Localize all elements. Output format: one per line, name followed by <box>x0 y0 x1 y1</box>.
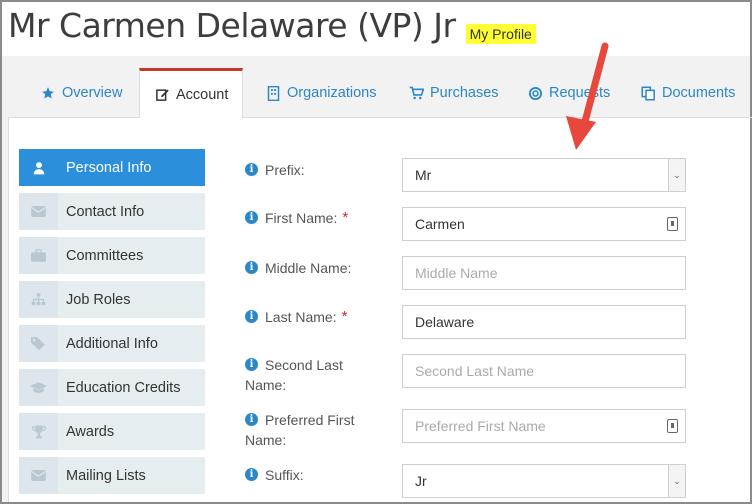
info-icon[interactable]: i <box>245 413 258 426</box>
tab-bar: Overview Account Organizations Purchases… <box>8 68 752 119</box>
sidebar-item-label: Contact Info <box>66 203 145 220</box>
sidebar-item-label: Mailing Lists <box>66 467 146 484</box>
suffix-select[interactable]: Jr ⌄ <box>402 464 686 498</box>
sidebar-item-mailing-lists[interactable]: Mailing Lists <box>19 457 205 494</box>
info-icon[interactable]: i <box>245 211 258 224</box>
tab-documents[interactable]: Documents <box>640 68 735 118</box>
page-title: Mr Carmen Delaware (VP) Jr <box>8 6 456 45</box>
cart-icon <box>408 85 424 101</box>
first-name-field[interactable]: Carmen <box>402 207 686 241</box>
briefcase-icon <box>19 237 58 274</box>
sidebar-item-label: Additional Info <box>66 335 158 352</box>
tags-icon <box>19 325 58 362</box>
prefix-row: i Prefix: <box>245 160 402 180</box>
chevron-down-icon[interactable]: ⌄ <box>668 159 685 191</box>
sidebar-item-contact-info[interactable]: Contact Info <box>19 193 205 230</box>
middle-name-label: i Middle Name: <box>245 258 402 278</box>
tab-purchases[interactable]: Purchases <box>408 68 499 118</box>
required-asterisk: * <box>341 308 348 325</box>
header: Mr Carmen Delaware (VP) Jr My Profile <box>8 4 536 48</box>
info-icon[interactable]: i <box>245 310 258 323</box>
tab-label: Purchases <box>430 85 499 101</box>
sidebar-item-committees[interactable]: Committees <box>19 237 205 274</box>
chevron-down-icon[interactable]: ⌄ <box>668 465 685 497</box>
suffix-row: i Suffix: <box>245 465 402 485</box>
star-icon <box>40 85 56 101</box>
envelope-icon <box>19 457 58 494</box>
middle-name-field[interactable]: Middle Name <box>402 256 686 290</box>
tab-label: Overview <box>62 85 123 101</box>
building-icon <box>265 85 281 101</box>
sidebar-item-awards[interactable]: Awards <box>19 413 205 450</box>
copy-icon <box>640 85 656 101</box>
info-icon[interactable]: i <box>245 163 258 176</box>
user-icon <box>19 149 58 186</box>
second-last-name-field[interactable]: Second Last Name <box>402 354 686 388</box>
preferred-first-name-field[interactable]: Preferred First Name <box>402 409 686 443</box>
sidebar-item-additional-info[interactable]: Additional Info <box>19 325 205 362</box>
prefix-select[interactable]: Mr ⌄ <box>402 158 686 192</box>
sidebar-item-label: Personal Info <box>66 159 152 176</box>
info-icon[interactable]: i <box>245 358 258 371</box>
trophy-icon <box>19 413 58 450</box>
middle-name-row: i Middle Name: <box>245 258 402 278</box>
sidebar-item-job-roles[interactable]: Job Roles <box>19 281 205 318</box>
last-name-row: i Last Name: * <box>245 307 402 327</box>
graduation-cap-icon <box>19 369 58 406</box>
second-last-name-label: i Second Last Name: <box>245 357 343 393</box>
second-last-name-row: i Second Last Name: <box>245 355 402 395</box>
sidebar-item-label: Education Credits <box>66 379 181 396</box>
lifebuoy-icon <box>527 85 543 101</box>
tab-overview[interactable]: Overview <box>40 68 122 118</box>
sidebar-item-label: Committees <box>66 247 144 264</box>
first-name-label: i First Name: * <box>245 208 402 228</box>
annotation-arrow-icon <box>566 42 609 150</box>
my-profile-badge: My Profile <box>465 24 536 44</box>
tab-label: Account <box>176 86 229 103</box>
tab-organizations[interactable]: Organizations <box>265 68 376 118</box>
tab-label: Documents <box>662 85 736 101</box>
sidebar-item-personal-info[interactable]: Personal Info <box>19 149 205 186</box>
last-name-field[interactable]: Delaware <box>402 305 686 339</box>
contact-card-icon <box>667 419 678 433</box>
edit-icon <box>154 87 170 103</box>
required-asterisk: * <box>342 209 349 226</box>
suffix-label: i Suffix: <box>245 465 402 485</box>
info-icon[interactable]: i <box>245 468 258 481</box>
sidebar-item-label: Job Roles <box>66 291 131 308</box>
prefix-label: i Prefix: <box>245 160 402 180</box>
sidebar: Personal Info Contact Info Committees Jo… <box>19 149 205 501</box>
tab-label: Organizations <box>287 85 377 101</box>
sitemap-icon <box>19 281 58 318</box>
info-icon[interactable]: i <box>245 261 258 274</box>
last-name-label: i Last Name: * <box>245 307 402 327</box>
contact-card-icon <box>667 217 678 231</box>
preferred-first-name-row: i Preferred First Name: <box>245 410 402 450</box>
sidebar-item-label: Awards <box>66 423 115 440</box>
tab-account[interactable]: Account <box>139 68 244 119</box>
sidebar-item-education-credits[interactable]: Education Credits <box>19 369 205 406</box>
first-name-row: i First Name: * <box>245 208 402 228</box>
envelope-icon <box>19 193 58 230</box>
preferred-first-name-label: i Preferred First Name: <box>245 412 355 448</box>
